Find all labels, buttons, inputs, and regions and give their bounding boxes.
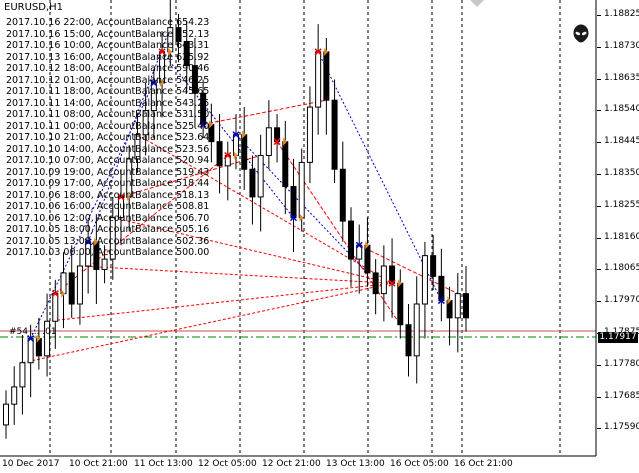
log-line: 2017.10.11 08:00, AccountBalance 531.50 bbox=[6, 109, 210, 120]
log-line: 2017.10.06 12:00, AccountBalance 506.70 bbox=[6, 212, 210, 224]
candle-body bbox=[282, 141, 289, 188]
level-lines bbox=[0, 330, 596, 338]
price-tick-label: 1.18825 bbox=[604, 9, 639, 19]
price-tick-label: 1.18730 bbox=[604, 40, 639, 51]
candle-body bbox=[463, 293, 469, 319]
log-line: 2017.10.10 14:00, AccountBalance 523.56 bbox=[6, 143, 210, 155]
log-line: 2017.10.05 18:00, AccountBalance 505.16 bbox=[6, 224, 210, 235]
time-tick-label: 12 Oct 21:00 bbox=[262, 459, 321, 469]
price-tick-label: 1.18160 bbox=[604, 231, 639, 242]
candle-body bbox=[348, 220, 354, 260]
log-line: 2017.10.12 01:00, AccountBalance 546.25 bbox=[6, 74, 210, 86]
log-line: 2017.10.16 10:00, AccountBalance 643.31 bbox=[6, 40, 210, 51]
chart-window[interactable]: EURUSD,H1 2017.10.16 22:00, AccountBalan… bbox=[0, 0, 639, 473]
log-line: 2017.10.11 14:00, AccountBalance 543.25 bbox=[6, 97, 210, 109]
alien-icon[interactable] bbox=[571, 24, 591, 46]
candle-body bbox=[19, 362, 26, 388]
candle-body bbox=[306, 106, 313, 163]
candle-body bbox=[257, 154, 264, 198]
price-tick-label: 1.18255 bbox=[604, 199, 639, 210]
candle-body bbox=[380, 265, 387, 295]
order-label: #54 ... .01 bbox=[9, 327, 57, 337]
candle-body bbox=[52, 293, 59, 322]
candle-body bbox=[27, 338, 34, 364]
price-tick-label: 1.18540 bbox=[604, 104, 639, 115]
log-line: 2017.10.13 16:00, AccountBalance 625.92 bbox=[6, 51, 210, 63]
candle-body bbox=[76, 265, 83, 305]
candle-body bbox=[101, 258, 108, 270]
candle-body bbox=[323, 51, 330, 101]
price-tick-label: 1.18445 bbox=[604, 136, 639, 147]
time-tick-label: 16 Oct 21:00 bbox=[454, 459, 513, 469]
log-line: 2017.10.11 00:00, AccountBalance 525.40 bbox=[6, 120, 210, 132]
candle-body bbox=[331, 99, 338, 170]
log-line: 2017.10.11 18:00, AccountBalance 545.65 bbox=[6, 86, 210, 97]
candle-body bbox=[241, 134, 248, 170]
candle-body bbox=[405, 324, 412, 357]
sell-trade-line bbox=[47, 282, 393, 322]
price-tick-mark bbox=[597, 428, 601, 430]
triangle-arrow-icon[interactable] bbox=[470, 0, 484, 7]
price-tick-mark bbox=[597, 110, 601, 112]
candle-body bbox=[290, 186, 297, 219]
price-tick-label: 1.18635 bbox=[604, 72, 639, 83]
time-tick-label: 16 Oct 05:00 bbox=[390, 459, 449, 469]
log-line: 2017.10.10 21:00, AccountBalance 523.64 bbox=[6, 132, 210, 143]
log-line: 2017.10.06 16:00, AccountBalance 508.81 bbox=[6, 201, 210, 212]
price-tick-mark bbox=[597, 396, 601, 398]
candle-body bbox=[430, 255, 437, 277]
time-tick-label: 10 Dec 2017 bbox=[2, 459, 60, 469]
symbol-title: EURUSD,H1 bbox=[4, 2, 64, 13]
candle-body bbox=[454, 293, 461, 319]
log-line: 2017.10.12 18:00, AccountBalance 590.46 bbox=[6, 63, 210, 74]
candle-body bbox=[372, 272, 379, 295]
candle-body bbox=[339, 168, 346, 222]
time-tick-label: 13 Oct 13:00 bbox=[326, 459, 385, 469]
price-tick-label: 1.17970 bbox=[604, 295, 639, 306]
price-tick-label: 1.18065 bbox=[604, 263, 639, 274]
candle-body bbox=[216, 141, 223, 167]
log-line: 2017.10.06 18:00, AccountBalance 518.13 bbox=[6, 189, 210, 201]
price-tick-mark bbox=[597, 174, 601, 175]
candle-body bbox=[11, 386, 18, 405]
price-tick-mark bbox=[597, 301, 601, 303]
current-price-tag: 1.17917 bbox=[598, 332, 638, 343]
candle-body bbox=[364, 244, 371, 274]
sell-trade-line bbox=[276, 141, 401, 326]
price-tick-mark bbox=[597, 142, 601, 144]
sell-trade-line bbox=[79, 265, 393, 284]
candle-body bbox=[413, 303, 420, 357]
candle-body bbox=[397, 282, 404, 326]
price-tick-label: 1.17685 bbox=[604, 390, 639, 401]
log-line: 2017.10.16 15:00, AccountBalance 652.13 bbox=[6, 28, 210, 40]
log-line: 2017.10.05 13:00, AccountBalance 502.36 bbox=[6, 235, 210, 247]
candle-body bbox=[3, 403, 9, 426]
candle-body bbox=[265, 127, 272, 156]
candle-body bbox=[298, 161, 305, 219]
price-tick-label: 1.17780 bbox=[604, 358, 639, 369]
log-line: 2017.10.09 17:00, AccountBalance 518.44 bbox=[6, 178, 210, 189]
price-tick-mark bbox=[597, 78, 601, 80]
time-tick-label: 11 Oct 13:00 bbox=[134, 459, 193, 469]
price-tick-mark bbox=[597, 364, 601, 366]
log-line: 2017.10.09 19:00, AccountBalance 519.43 bbox=[6, 166, 210, 178]
price-tick-mark bbox=[597, 269, 601, 271]
candle-body bbox=[315, 51, 322, 108]
log-line: 2017.10.16 22:00, AccountBalance 654.23 bbox=[6, 17, 210, 28]
candle-body bbox=[421, 255, 428, 305]
price-tick-label: 1.18350 bbox=[604, 168, 639, 178]
candle-body bbox=[249, 168, 256, 198]
price-tick-mark bbox=[597, 46, 601, 48]
price-tick-mark bbox=[597, 237, 601, 239]
candle-body bbox=[68, 272, 75, 305]
candle-body bbox=[438, 275, 445, 302]
log-line: 2017.10.10 07:00, AccountBalance 520.94 bbox=[6, 155, 210, 166]
time-tick-label: 10 Oct 21:00 bbox=[69, 459, 128, 469]
time-tick-label: 12 Oct 05:00 bbox=[198, 459, 257, 469]
price-tick-mark bbox=[597, 15, 601, 16]
price-tick-label: 1.17590 bbox=[604, 422, 639, 433]
log-line: 2017.10.03 00:00, AccountBalance 500.00 bbox=[6, 247, 210, 258]
account-balance-log: 2017.10.16 22:00, AccountBalance 654.23 2… bbox=[6, 17, 209, 259]
price-tick-mark bbox=[597, 205, 601, 207]
